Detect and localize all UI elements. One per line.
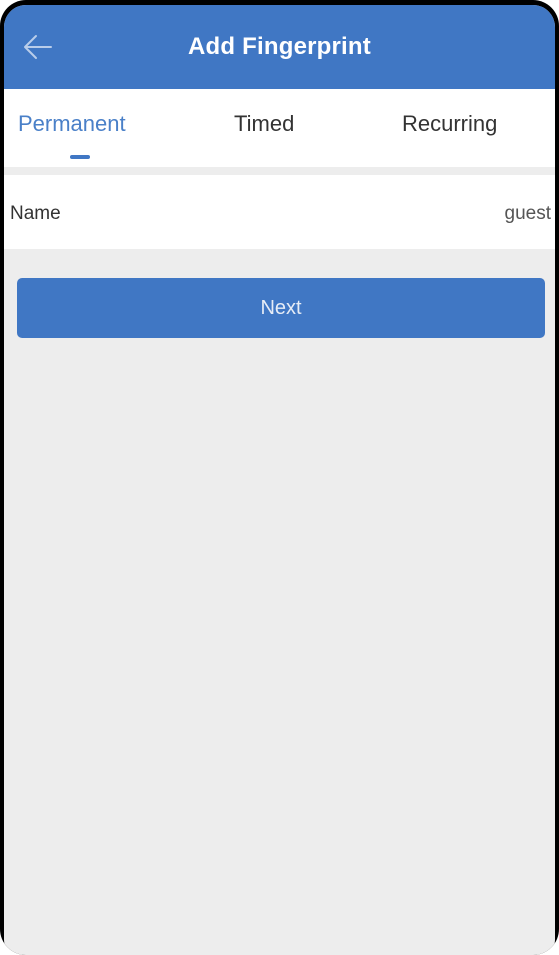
name-row[interactable]: Name guest [4,175,555,249]
tab-bar: Permanent Timed Recurring [4,89,555,167]
back-button[interactable] [18,27,58,67]
tab-timed[interactable]: Timed [234,111,294,137]
page-title: Add Fingerprint [188,33,371,60]
active-tab-indicator [70,155,90,159]
arrow-left-icon [24,35,52,59]
tab-permanent[interactable]: Permanent [18,111,126,137]
name-label: Name [10,203,61,224]
app-screen: Add Fingerprint Permanent Timed Recurrin… [4,5,555,955]
app-header: Add Fingerprint [4,5,555,89]
next-button[interactable]: Next [17,278,545,338]
name-value: guest [504,203,551,224]
tab-recurring[interactable]: Recurring [402,111,497,137]
device-frame: Add Fingerprint Permanent Timed Recurrin… [0,0,559,955]
